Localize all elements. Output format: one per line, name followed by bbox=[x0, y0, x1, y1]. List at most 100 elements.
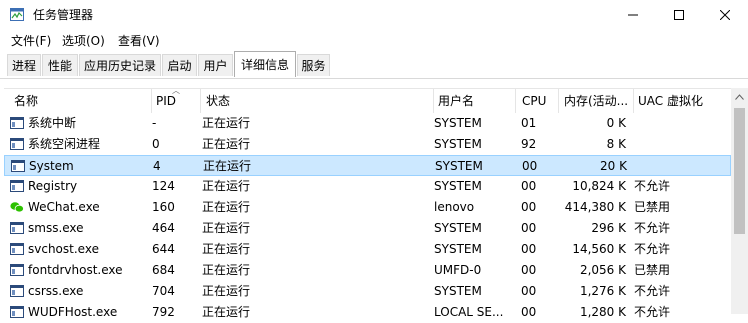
maximize-icon bbox=[674, 10, 684, 20]
table-row[interactable]: 系统空闲进程 0 正在运行 SYSTEM 92 8 K bbox=[4, 134, 731, 155]
process-cpu: 00 bbox=[521, 242, 537, 256]
window-icon bbox=[11, 160, 25, 172]
title-bar: 任务管理器 bbox=[0, 0, 748, 30]
process-memory: 20 K bbox=[600, 159, 627, 173]
process-name: fontdrvhost.exe bbox=[28, 263, 123, 277]
window-icon bbox=[10, 243, 24, 255]
process-user: UMFD-0 bbox=[434, 263, 482, 277]
column-header-status[interactable]: 状态 bbox=[206, 89, 230, 113]
wechat-icon bbox=[10, 202, 24, 213]
process-status: 正在运行 bbox=[202, 116, 251, 130]
tab-app-history[interactable]: 应用历史记录 bbox=[79, 54, 161, 76]
column-header-pid[interactable]: PID bbox=[156, 89, 176, 113]
column-header-name[interactable]: 名称 bbox=[14, 89, 38, 113]
process-memory: 414,380 K bbox=[564, 200, 626, 214]
column-divider[interactable] bbox=[558, 89, 559, 113]
process-user: lenovo bbox=[434, 200, 475, 214]
window-icon bbox=[10, 180, 24, 192]
task-manager-icon bbox=[10, 8, 24, 21]
column-divider[interactable] bbox=[200, 89, 201, 113]
process-memory: 0 K bbox=[606, 116, 626, 130]
table-row[interactable]: WUDFHost.exe 792 正在运行 LOCAL SE... 00 1,280 K 不… bbox=[4, 302, 731, 323]
process-name: WeChat.exe bbox=[28, 200, 100, 214]
process-memory: 1,276 K bbox=[579, 284, 626, 298]
process-user: SYSTEM bbox=[434, 116, 482, 130]
column-header-memory[interactable]: 内存(活动... bbox=[564, 89, 632, 113]
close-icon bbox=[720, 10, 730, 20]
column-header-user[interactable]: 用户名 bbox=[438, 89, 474, 113]
column-divider[interactable] bbox=[151, 89, 152, 113]
process-cpu: 00 bbox=[521, 179, 537, 193]
process-pid: 464 bbox=[152, 221, 175, 235]
process-name: 系统中断 bbox=[28, 116, 77, 130]
window-title: 任务管理器 bbox=[33, 8, 94, 22]
column-divider[interactable] bbox=[433, 89, 434, 113]
tab-performance[interactable]: 性能 bbox=[42, 54, 78, 76]
table-row[interactable]: System 4 正在运行 SYSTEM 00 20 K bbox=[4, 155, 731, 176]
vertical-scrollbar[interactable] bbox=[731, 88, 748, 314]
details-table: 名称 ︿ PID 状态 用户名 CPU 内存(活动... UAC 虚拟化 系统中… bbox=[4, 86, 748, 319]
close-button[interactable] bbox=[702, 0, 748, 30]
process-name: Registry bbox=[28, 179, 78, 193]
minimize-button[interactable] bbox=[610, 0, 656, 30]
table-row[interactable]: fontdrvhost.exe 684 正在运行 UMFD-0 00 2,056 K 已禁用 bbox=[4, 260, 731, 281]
process-pid: 4 bbox=[153, 159, 161, 173]
tab-processes[interactable]: 进程 bbox=[7, 54, 41, 76]
process-user: SYSTEM bbox=[434, 242, 482, 256]
process-uac: 不允许 bbox=[634, 242, 671, 256]
chevron-up-icon bbox=[735, 93, 744, 100]
process-cpu: 00 bbox=[521, 305, 537, 319]
process-cpu: 00 bbox=[521, 200, 537, 214]
scroll-thumb[interactable] bbox=[734, 108, 745, 234]
minimize-icon bbox=[628, 14, 638, 16]
process-cpu: 00 bbox=[521, 284, 537, 298]
scroll-up-button[interactable] bbox=[731, 88, 748, 105]
process-status: 正在运行 bbox=[202, 221, 251, 235]
window-icon bbox=[10, 285, 24, 297]
process-pid: - bbox=[152, 116, 157, 130]
process-memory: 2,056 K bbox=[579, 263, 626, 277]
menu-file[interactable]: 文件(F) bbox=[11, 33, 51, 49]
process-user: LOCAL SE... bbox=[434, 305, 504, 319]
process-name: 系统空闲进程 bbox=[28, 137, 101, 151]
menu-options[interactable]: 选项(O) bbox=[62, 33, 105, 49]
process-memory: 14,560 K bbox=[572, 242, 626, 256]
column-divider[interactable] bbox=[515, 89, 516, 113]
process-name: smss.exe bbox=[28, 221, 84, 235]
tab-divider bbox=[0, 78, 748, 79]
process-pid: 124 bbox=[152, 179, 175, 193]
process-status: 正在运行 bbox=[202, 200, 251, 214]
tab-strip: 进程 性能 应用历史记录 启动 用户 详细信息 服务 bbox=[0, 51, 748, 78]
process-name: WUDFHost.exe bbox=[28, 305, 118, 319]
table-row[interactable]: WeChat.exe 160 正在运行 lenovo 00 414,380 K 已禁用 bbox=[4, 197, 731, 218]
table-row[interactable]: csrss.exe 704 正在运行 SYSTEM 00 1,276 K 不允许 bbox=[4, 281, 731, 302]
process-uac: 已禁用 bbox=[634, 263, 671, 277]
maximize-button[interactable] bbox=[656, 0, 702, 30]
process-cpu: 00 bbox=[521, 263, 537, 277]
table-row[interactable]: svchost.exe 644 正在运行 SYSTEM 00 14,560 K 不允许 bbox=[4, 239, 731, 260]
column-header-cpu[interactable]: CPU bbox=[522, 89, 546, 113]
process-user: SYSTEM bbox=[434, 284, 482, 298]
window-icon bbox=[10, 138, 24, 150]
column-divider[interactable] bbox=[633, 89, 634, 113]
window-icon bbox=[10, 264, 24, 276]
process-user: SYSTEM bbox=[434, 221, 482, 235]
column-header-uac[interactable]: UAC 虚拟化 bbox=[638, 89, 703, 113]
table-row[interactable]: 系统中断 - 正在运行 SYSTEM 01 0 K bbox=[4, 113, 731, 134]
process-cpu: 00 bbox=[522, 159, 538, 173]
table-row[interactable]: smss.exe 464 正在运行 SYSTEM 00 296 K 不允许 bbox=[4, 218, 731, 239]
tab-users[interactable]: 用户 bbox=[198, 54, 233, 76]
menu-view[interactable]: 查看(V) bbox=[118, 33, 160, 49]
process-memory: 296 K bbox=[591, 221, 626, 235]
process-status: 正在运行 bbox=[202, 137, 251, 151]
process-uac: 不允许 bbox=[634, 305, 671, 319]
table-row[interactable]: Registry 124 正在运行 SYSTEM 00 10,824 K 不允许 bbox=[4, 176, 731, 197]
process-name: csrss.exe bbox=[28, 284, 84, 298]
process-status: 正在运行 bbox=[202, 305, 251, 319]
process-uac: 不允许 bbox=[634, 179, 671, 193]
tab-startup[interactable]: 启动 bbox=[162, 54, 197, 76]
process-cpu: 01 bbox=[521, 116, 537, 130]
tab-services[interactable]: 服务 bbox=[297, 54, 330, 76]
window-icon bbox=[10, 117, 24, 129]
tab-details[interactable]: 详细信息 bbox=[234, 51, 296, 77]
